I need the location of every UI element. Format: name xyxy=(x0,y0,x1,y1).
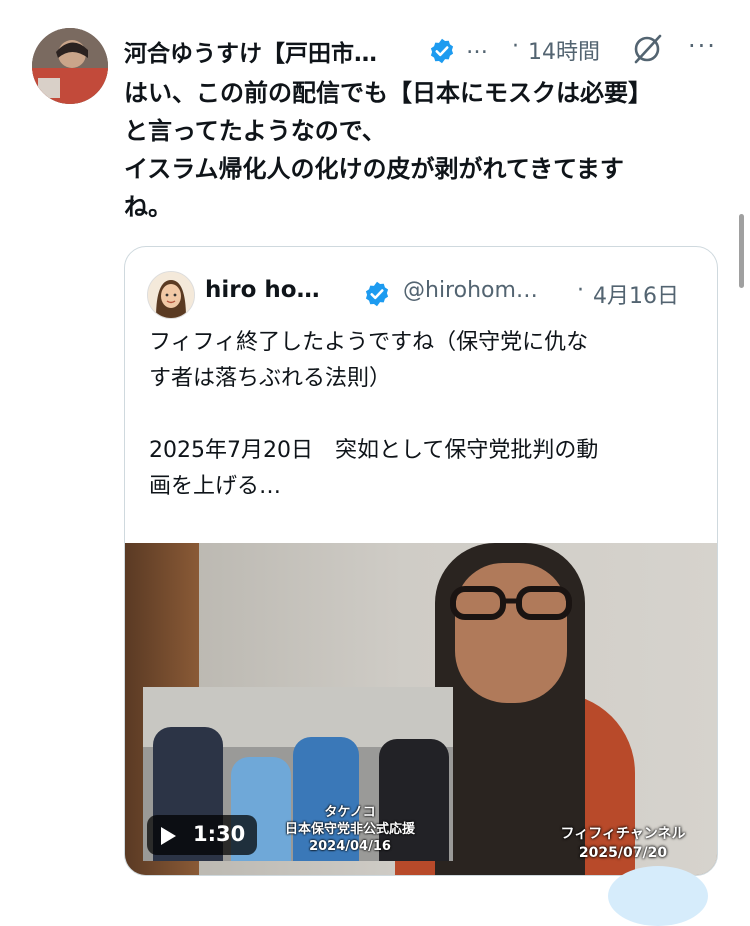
inset-caption-line2: 日本保守党非公式応援 xyxy=(284,822,415,837)
grok-icon[interactable] xyxy=(630,32,664,66)
quoted-avatar-image xyxy=(148,272,194,318)
quoted-tweet-text: フィフィ終了したようですね（保守党に仇な す者は落ちぶれる法則） 2025年7月… xyxy=(149,330,599,499)
quoted-author-name[interactable]: hiro ho… xyxy=(205,277,320,303)
glasses-shape xyxy=(450,586,572,620)
quoted-author-handle[interactable]: @hirohom… xyxy=(403,278,538,303)
channel-caption: フィフィチャンネル 2025/07/20 xyxy=(535,825,711,863)
separator-dot: · xyxy=(512,34,519,59)
quoted-author-avatar[interactable] xyxy=(147,271,195,319)
scrollbar[interactable] xyxy=(739,214,744,288)
quoted-verified-badge-icon xyxy=(365,281,389,307)
verified-badge-icon xyxy=(430,38,454,64)
author-avatar-image xyxy=(32,28,108,104)
author-avatar[interactable] xyxy=(32,28,108,104)
author-handle[interactable]: … xyxy=(466,34,488,59)
quoted-separator-dot: · xyxy=(577,278,584,303)
author-name[interactable]: 河合ゆうすけ【戸田市… xyxy=(124,34,377,68)
tweet-header: 河合ゆうすけ【戸田市… … · 14時間 ··· xyxy=(124,30,724,70)
channel-caption-line2: 2025/07/20 xyxy=(578,845,668,861)
video-duration: 1:30 xyxy=(193,822,246,846)
inset-caption-line1: タケノコ xyxy=(324,805,376,820)
channel-caption-line1: フィフィチャンネル xyxy=(560,826,686,842)
tweet-text: はい、この前の配信でも【日本にモスクは必要】 と言ってたようなので、 イスラム帰… xyxy=(124,79,652,221)
inset-caption: タケノコ 日本保守党非公式応援 2024/04/16 xyxy=(255,804,445,855)
video-person-face xyxy=(455,563,567,703)
quoted-tweet-card[interactable]: hiro ho… @hirohom… · 4月16日 フィフィ終了したようですね… xyxy=(124,246,718,876)
tweet-time[interactable]: 14時間 xyxy=(528,34,600,66)
video-thumbnail[interactable]: タケノコ 日本保守党非公式応援 2024/04/16 1:30 フィフィチャンネ… xyxy=(125,543,717,875)
play-icon xyxy=(161,827,176,845)
more-icon[interactable]: ··· xyxy=(688,32,717,60)
floating-action-button[interactable] xyxy=(608,866,708,926)
inset-caption-line3: 2024/04/16 xyxy=(309,839,391,854)
play-button[interactable]: 1:30 xyxy=(147,815,257,855)
quoted-tweet-date[interactable]: 4月16日 xyxy=(593,278,679,310)
